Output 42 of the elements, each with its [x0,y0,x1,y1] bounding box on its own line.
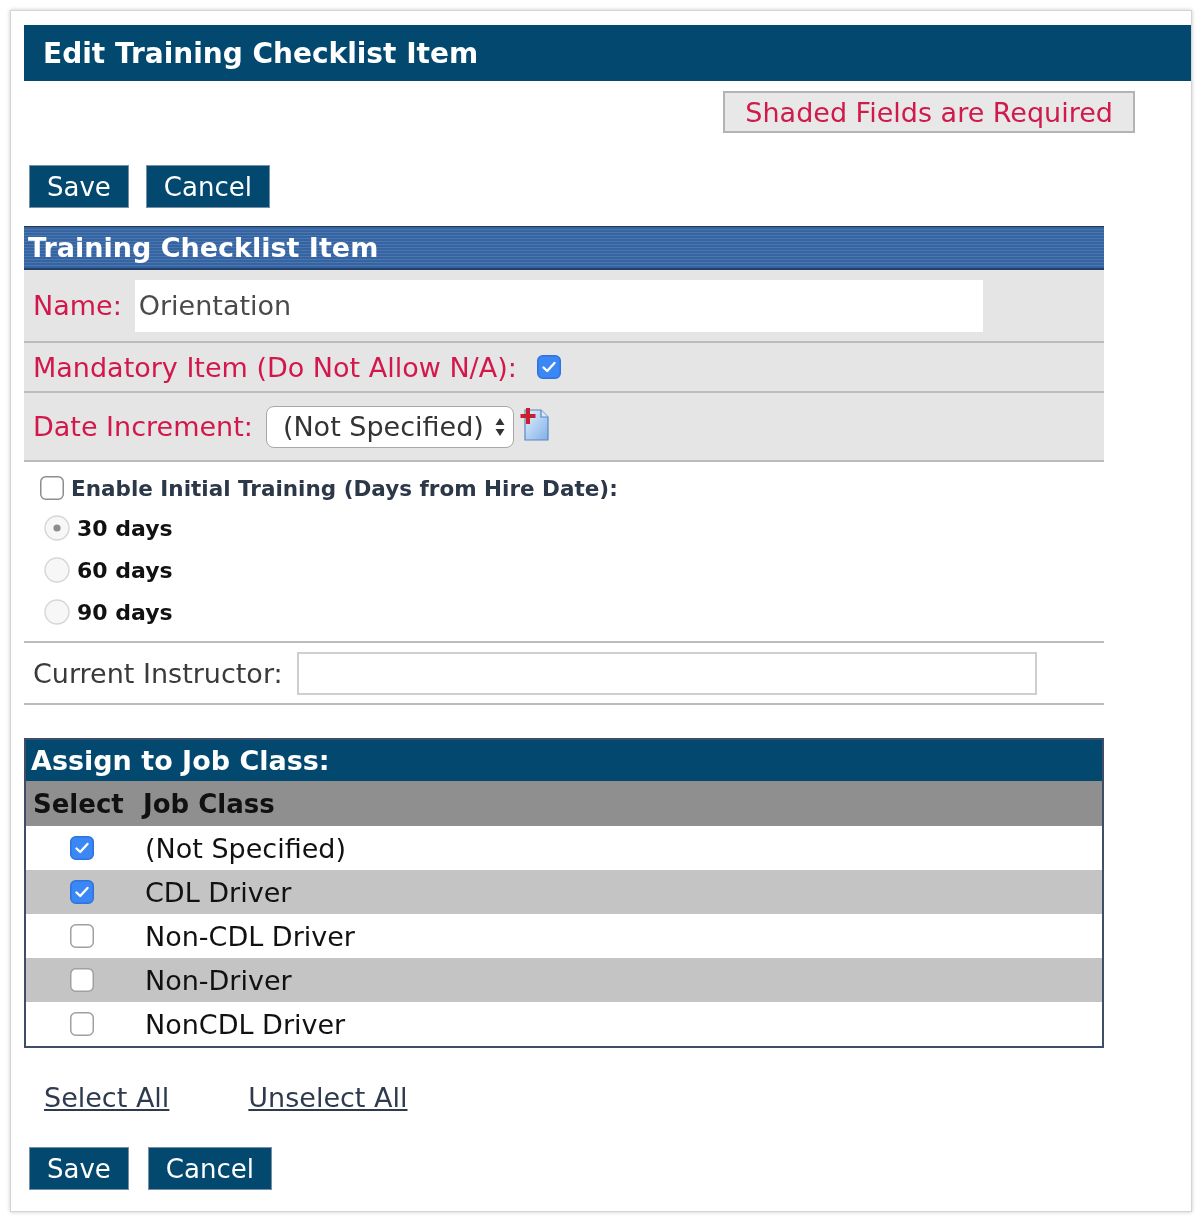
job-class-name: Non-Driver [145,964,292,996]
instructor-field[interactable] [296,651,1037,695]
job-class-name: (Not Specified) [145,832,346,864]
field-label: Date Increment: [33,411,253,442]
job-class-name: Non-CDL Driver [145,920,355,952]
field-label: Name: [33,290,122,321]
checkbox[interactable] [70,836,94,860]
job-class-name: NonCDL Driver [145,1008,346,1040]
window-title: Edit Training Checklist Item [43,36,479,70]
unselect-all-link[interactable]: Unselect All [248,1082,408,1113]
checkbox[interactable] [70,1012,94,1036]
checkbox[interactable] [40,476,64,500]
field-label: Current Instructor: [33,657,283,689]
table-row[interactable]: Non-Driver [26,958,1102,1002]
checkbox[interactable] [70,924,94,948]
radio-button[interactable] [44,515,70,541]
section-header: Training Checklist Item [24,226,1104,270]
required-fields-note: Shaded Fields are Required [723,91,1135,133]
radio-button[interactable] [44,599,70,625]
table-row[interactable]: CDL Driver [26,870,1102,914]
date-increment-select[interactable]: (Not Specified) [265,405,514,448]
name-field[interactable]: Orientation [134,279,983,332]
radio-label: 60 days [77,557,173,583]
page-plus-icon[interactable] [519,407,550,441]
radio-button[interactable] [44,557,70,583]
table-title: Assign to Job Class: [26,740,1102,781]
save-button[interactable]: Save [29,1147,129,1190]
field-label: Mandatory Item (Do Not Allow N/A): [33,351,517,383]
checkbox[interactable] [70,968,94,992]
checkbox[interactable] [70,880,94,904]
cancel-button[interactable]: Cancel [145,165,270,208]
radio-label: 90 days [77,599,173,625]
column-header: Select [33,788,124,819]
sort-arrows-icon [494,416,505,437]
column-header: Job Class [143,788,275,819]
option-label: Enable Initial Training (Days from Hire Date): [71,475,618,501]
save-button[interactable]: Save [29,165,129,208]
select-all-link[interactable]: Select All [44,1082,170,1113]
radio-label: 30 days [77,515,173,541]
cancel-button[interactable]: Cancel [147,1147,272,1190]
job-class-name: CDL Driver [145,876,292,908]
checkbox[interactable] [536,355,561,379]
